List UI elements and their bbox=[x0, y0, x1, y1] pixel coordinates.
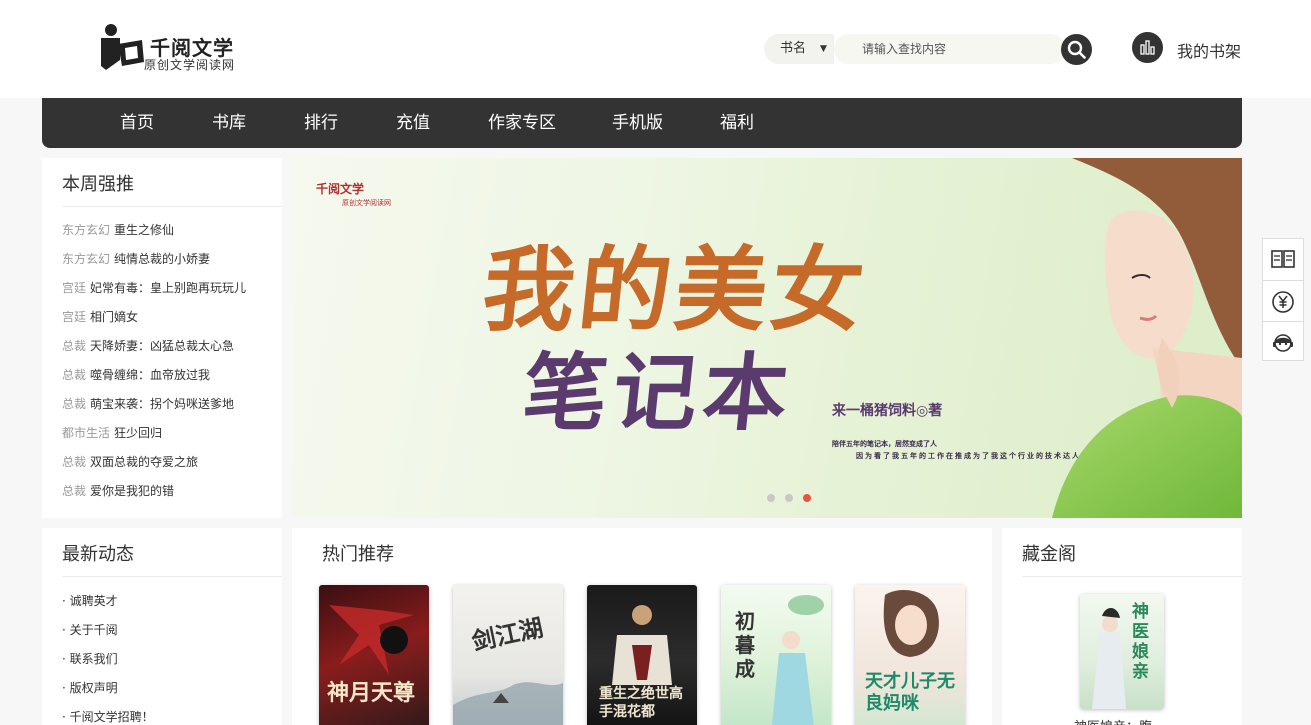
book-name[interactable]: 神医娘亲：腹 bbox=[1074, 716, 1152, 725]
divider bbox=[1022, 576, 1242, 577]
nav-home[interactable]: 首页 bbox=[120, 98, 154, 148]
category-label: 总裁 bbox=[62, 339, 87, 353]
bookshelf-icon-wrap bbox=[1132, 32, 1163, 63]
category-label: 总裁 bbox=[62, 397, 87, 411]
book-cover[interactable]: 初暮成 bbox=[721, 585, 831, 725]
panel-title: 最新动态 bbox=[62, 544, 134, 565]
book-title: 妃常有毒：皇上别跑再玩玩儿 bbox=[90, 281, 247, 295]
nav-library[interactable]: 书库 bbox=[212, 98, 246, 148]
yen-icon bbox=[1272, 291, 1294, 313]
list-item[interactable]: 东方玄幻 纯情总裁的小娇妻 bbox=[62, 250, 210, 267]
customer-service-icon bbox=[1273, 334, 1293, 352]
nav-welfare[interactable]: 福利 bbox=[720, 98, 754, 148]
list-item[interactable]: 宫廷 妃常有毒：皇上别跑再玩玩儿 bbox=[62, 279, 246, 296]
category-label: 总裁 bbox=[62, 455, 87, 469]
carousel-dot[interactable] bbox=[785, 494, 793, 502]
cover-title: 神医娘亲 bbox=[1132, 602, 1149, 682]
book-title: 萌宝来袭：拐个妈咪送爹地 bbox=[90, 397, 235, 411]
cover-title: 神月天尊 bbox=[327, 680, 416, 706]
book-cover[interactable]: 重生之绝世高手混花都 bbox=[587, 585, 697, 725]
list-item[interactable]: 总裁 噬骨缠绵：血帝放过我 bbox=[62, 366, 210, 383]
divider bbox=[62, 206, 282, 207]
reading-history-button[interactable] bbox=[1263, 239, 1303, 280]
category-label: 东方玄幻 bbox=[62, 223, 111, 237]
banner-tagline: 陪伴五年的笔记本，居然变成了人 bbox=[832, 440, 937, 448]
cover-title: 初暮成 bbox=[735, 609, 755, 681]
logo-icon bbox=[101, 24, 144, 70]
recharge-button[interactable] bbox=[1263, 280, 1303, 321]
book-title: 狂少回归 bbox=[114, 426, 163, 440]
side-toolbar bbox=[1262, 238, 1304, 361]
vault-panel: 藏金阁 神医娘亲 神医娘亲：腹 bbox=[1002, 528, 1242, 725]
banner-title-line2: 笔记本 bbox=[518, 343, 799, 442]
search-type-select[interactable]: 书名 ▼ bbox=[764, 34, 834, 64]
banner-illustration bbox=[1052, 158, 1242, 518]
book-title: 重生之修仙 bbox=[114, 223, 175, 237]
cover-title: 天才儿子无良妈咪 bbox=[865, 671, 955, 714]
panel-title: 本周强推 bbox=[62, 174, 134, 195]
nav-recharge[interactable]: 充值 bbox=[396, 98, 430, 148]
book-cover[interactable]: 剑江湖 bbox=[453, 585, 563, 725]
search-input[interactable] bbox=[834, 34, 1066, 64]
hot-recommend-panel: 热门推荐 神月天尊 剑江湖 重生之绝世高手混花都 初暮成 天才儿子无良妈咪 bbox=[292, 528, 992, 725]
book-icon bbox=[1271, 250, 1295, 268]
divider bbox=[62, 576, 282, 577]
weekly-recommend-panel: 本周强推 东方玄幻 重生之修仙 东方玄幻 纯情总裁的小娇妻 宫廷 妃常有毒：皇上别跑再… bbox=[42, 158, 282, 518]
panel-title: 热门推荐 bbox=[322, 544, 394, 565]
latest-news-panel: 最新动态 · 诚聘英才 · 关于千阅 · 联系我们 · 版权声明 · 千阅文学招… bbox=[42, 528, 282, 725]
nav-mobile[interactable]: 手机版 bbox=[612, 98, 663, 148]
book-cover[interactable]: 神医娘亲 bbox=[1080, 594, 1164, 709]
book-title: 相门嫡女 bbox=[90, 310, 139, 324]
list-item[interactable]: 总裁 双面总裁的夺爱之旅 bbox=[62, 453, 198, 470]
bookshelf-icon bbox=[1140, 40, 1155, 55]
search-icon bbox=[1067, 40, 1086, 59]
carousel-dot-active[interactable] bbox=[803, 494, 811, 502]
category-label: 东方玄幻 bbox=[62, 252, 111, 266]
book-title: 噬骨缠绵：血帝放过我 bbox=[90, 368, 211, 382]
news-link[interactable]: · 关于千阅 bbox=[62, 621, 118, 638]
customer-service-button[interactable] bbox=[1263, 321, 1303, 362]
category-label: 总裁 bbox=[62, 368, 87, 382]
book-title: 天降娇妻：凶猛总裁太心急 bbox=[90, 339, 235, 353]
site-header: 千阅文学 原创文学阅读网 书名 ▼ 我的书架 bbox=[0, 0, 1311, 98]
category-label: 宫廷 bbox=[62, 310, 87, 324]
book-cover[interactable]: 神月天尊 bbox=[319, 585, 429, 725]
list-item[interactable]: 宫廷 相门嫡女 bbox=[62, 308, 138, 325]
main-nav: 首页 书库 排行 充值 作家专区 手机版 福利 bbox=[42, 98, 1242, 148]
cover-art bbox=[453, 682, 563, 725]
news-link[interactable]: · 诚聘英才 bbox=[62, 592, 118, 609]
list-item[interactable]: 总裁 天降娇妻：凶猛总裁太心急 bbox=[62, 337, 234, 354]
book-cover[interactable]: 天才儿子无良妈咪 bbox=[855, 585, 965, 725]
banner-author: 来一桶猪饲料◎著 bbox=[832, 403, 943, 419]
nav-ranking[interactable]: 排行 bbox=[304, 98, 338, 148]
search-type-label: 书名 bbox=[780, 41, 807, 56]
news-link[interactable]: · 版权声明 bbox=[62, 679, 118, 696]
carousel-dot[interactable] bbox=[767, 494, 775, 502]
list-item[interactable]: 总裁 萌宝来袭：拐个妈咪送爹地 bbox=[62, 395, 234, 412]
book-title: 双面总裁的夺爱之旅 bbox=[90, 455, 199, 469]
banner-logo-sub: 原创文学阅读网 bbox=[342, 199, 391, 207]
category-label: 宫廷 bbox=[62, 281, 87, 295]
list-item[interactable]: 总裁 爱你是我犯的错 bbox=[62, 482, 174, 499]
book-title: 纯情总裁的小娇妻 bbox=[114, 252, 211, 266]
news-link[interactable]: · 联系我们 bbox=[62, 650, 118, 667]
site-logo[interactable]: 千阅文学 原创文学阅读网 bbox=[98, 22, 248, 74]
book-title: 爱你是我犯的错 bbox=[90, 484, 175, 498]
news-link[interactable]: · 千阅文学招聘！ bbox=[62, 708, 154, 725]
caret-down-icon: ▼ bbox=[820, 44, 827, 54]
logo-subtitle: 原创文学阅读网 bbox=[144, 58, 236, 72]
cover-title: 重生之绝世高手混花都 bbox=[599, 686, 683, 720]
banner-carousel[interactable]: 千阅文学 原创文学阅读网 我的美女 笔记本 来一桶猪饲料◎著 陪伴五年的笔记本，… bbox=[292, 158, 1242, 518]
bookshelf-label: 我的书架 bbox=[1177, 42, 1242, 61]
panel-title: 藏金阁 bbox=[1022, 544, 1076, 565]
list-item[interactable]: 都市生活 狂少回归 bbox=[62, 424, 162, 441]
category-label: 总裁 bbox=[62, 484, 87, 498]
search-button[interactable] bbox=[1061, 34, 1092, 65]
list-item[interactable]: 东方玄幻 重生之修仙 bbox=[62, 221, 174, 238]
category-label: 都市生活 bbox=[62, 426, 111, 440]
banner-logo: 千阅文学 bbox=[316, 182, 365, 196]
nav-author-zone[interactable]: 作家专区 bbox=[488, 98, 556, 148]
